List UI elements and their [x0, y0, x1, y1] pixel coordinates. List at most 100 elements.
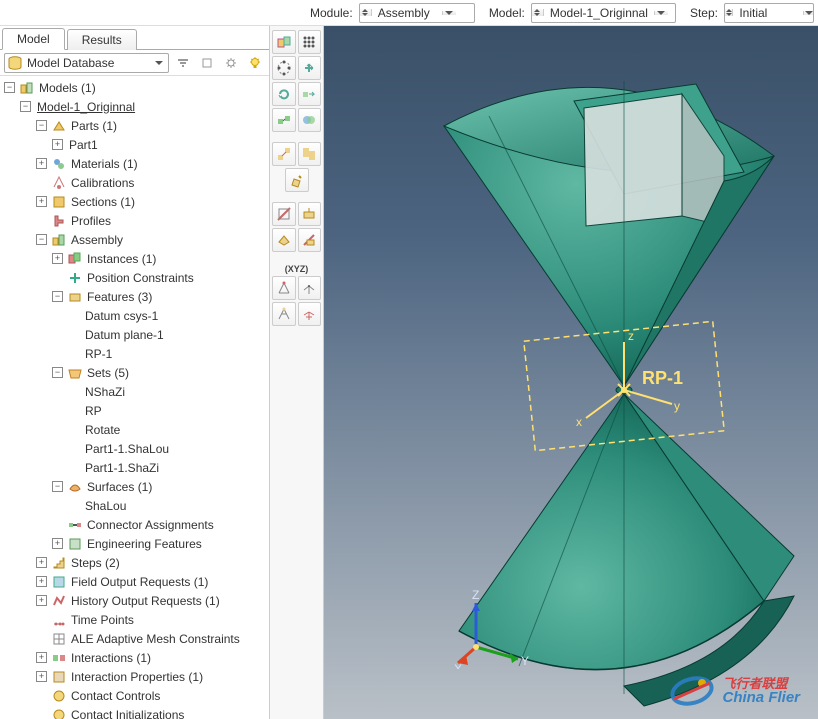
- tree-node-datum-plane[interactable]: Datum plane-1: [2, 325, 269, 344]
- step-label: Step:: [690, 6, 718, 20]
- tree-node-history-output[interactable]: + History Output Requests (1): [2, 591, 269, 610]
- tree-node-interaction-properties[interactable]: + Interaction Properties (1): [2, 667, 269, 686]
- linear-pattern-button[interactable]: [298, 30, 322, 54]
- constraints-icon: [67, 270, 83, 286]
- model-tree[interactable]: − Models (1) − Model-1_Originnal − Parts…: [0, 76, 269, 719]
- collapse-icon[interactable]: −: [52, 367, 63, 378]
- expand-icon[interactable]: +: [52, 538, 63, 549]
- assembly-toolbox: (XYZ): [270, 26, 324, 719]
- tree-node-set-p1shalou[interactable]: Part1-1.ShaLou: [2, 439, 269, 458]
- tree-node-part1[interactable]: + Part1: [2, 135, 269, 154]
- tree-node-connector[interactable]: Connector Assignments: [2, 515, 269, 534]
- tree-node-ale[interactable]: ALE Adaptive Mesh Constraints: [2, 629, 269, 648]
- tree-node-features[interactable]: − Features (3): [2, 287, 269, 306]
- lightbulb-button[interactable]: [245, 53, 265, 73]
- tree-node-surface-shalou[interactable]: ShaLou: [2, 496, 269, 515]
- attachment-button[interactable]: [298, 302, 322, 326]
- tree-node-instances[interactable]: + Instances (1): [2, 249, 269, 268]
- spinner-icon[interactable]: [360, 9, 372, 16]
- tab-model[interactable]: Model: [2, 28, 65, 50]
- tree-node-engineering-features[interactable]: + Engineering Features: [2, 534, 269, 553]
- tree-node-set-nshazi[interactable]: NShaZi: [2, 382, 269, 401]
- tree-node-sets[interactable]: − Sets (5): [2, 363, 269, 382]
- database-dropdown[interactable]: Model Database: [4, 53, 169, 73]
- parts-icon: [51, 118, 67, 134]
- expand-button[interactable]: [197, 53, 217, 73]
- tree-node-set-rp[interactable]: RP: [2, 401, 269, 420]
- settings-button[interactable]: [221, 53, 241, 73]
- step-dropdown[interactable]: Initial: [724, 3, 814, 23]
- tree-node-materials[interactable]: + Materials (1): [2, 154, 269, 173]
- translate-button[interactable]: [298, 56, 322, 80]
- edit-feature-button[interactable]: [285, 168, 309, 192]
- filter-button[interactable]: [173, 53, 193, 73]
- merge-button[interactable]: [298, 108, 322, 132]
- datum-point-button[interactable]: [272, 276, 296, 300]
- collapse-icon[interactable]: −: [36, 234, 47, 245]
- tree-node-surfaces[interactable]: − Surfaces (1): [2, 477, 269, 496]
- datum-csys-button[interactable]: [298, 276, 322, 300]
- spinner-icon[interactable]: [532, 9, 544, 16]
- tree-node-calibrations[interactable]: Calibrations: [2, 173, 269, 192]
- partition-button[interactable]: [272, 202, 296, 226]
- chevron-down-icon[interactable]: [152, 61, 166, 65]
- datum-axis-button[interactable]: [298, 228, 322, 252]
- tree-label: Contact Initializations: [69, 708, 184, 719]
- tree-node-interactions[interactable]: + Interactions (1): [2, 648, 269, 667]
- model-tree-panel: Model Results Model Database − Models (1…: [0, 26, 270, 719]
- collapse-icon[interactable]: −: [52, 481, 63, 492]
- expand-icon[interactable]: +: [36, 595, 47, 606]
- edge-to-edge-button[interactable]: [272, 142, 296, 166]
- expand-icon[interactable]: +: [36, 652, 47, 663]
- collapse-icon[interactable]: −: [20, 101, 31, 112]
- expand-icon[interactable]: +: [36, 576, 47, 587]
- tree-label: Engineering Features: [85, 537, 202, 551]
- model-dropdown[interactable]: Model-1_Originnal: [531, 3, 676, 23]
- expand-icon[interactable]: +: [52, 139, 63, 150]
- tree-label: Assembly: [69, 233, 123, 247]
- tree-node-models[interactable]: − Models (1): [2, 78, 269, 97]
- tree-node-datum-csys[interactable]: Datum csys-1: [2, 306, 269, 325]
- 3d-viewport[interactable]: z y x RP-1 Z Y X: [324, 26, 818, 719]
- create-instance-button[interactable]: [272, 30, 296, 54]
- rotate-button[interactable]: [272, 82, 296, 106]
- chevron-down-icon[interactable]: [654, 11, 668, 15]
- expand-icon[interactable]: +: [36, 557, 47, 568]
- chevron-down-icon[interactable]: [442, 11, 456, 15]
- face-to-face-button[interactable]: [298, 142, 322, 166]
- tree-node-position-constraints[interactable]: Position Constraints: [2, 268, 269, 287]
- expand-icon[interactable]: +: [36, 196, 47, 207]
- collapse-icon[interactable]: −: [52, 291, 63, 302]
- triad-y-label: Y: [521, 654, 529, 668]
- tab-results[interactable]: Results: [67, 29, 137, 50]
- translate-to-button[interactable]: [298, 82, 322, 106]
- spinner-icon[interactable]: [725, 9, 733, 16]
- tree-node-contact-controls[interactable]: Contact Controls: [2, 686, 269, 705]
- tree-node-steps[interactable]: + Steps (2): [2, 553, 269, 572]
- tree-node-set-rotate[interactable]: Rotate: [2, 420, 269, 439]
- datum-plane-button[interactable]: [272, 228, 296, 252]
- collapse-icon[interactable]: −: [4, 82, 15, 93]
- tree-node-field-output[interactable]: + Field Output Requests (1): [2, 572, 269, 591]
- expand-icon[interactable]: +: [36, 158, 47, 169]
- module-dropdown[interactable]: Assembly: [359, 3, 475, 23]
- chevron-down-icon[interactable]: [803, 11, 813, 15]
- calibrations-icon: [51, 175, 67, 191]
- tree-node-model[interactable]: − Model-1_Originnal: [2, 97, 269, 116]
- datum-button[interactable]: [298, 202, 322, 226]
- tree-node-assembly[interactable]: − Assembly: [2, 230, 269, 249]
- radial-pattern-button[interactable]: [272, 56, 296, 80]
- tree-node-sections[interactable]: + Sections (1): [2, 192, 269, 211]
- tree-node-time-points[interactable]: Time Points: [2, 610, 269, 629]
- tree-node-set-p1shazi[interactable]: Part1-1.ShaZi: [2, 458, 269, 477]
- tree-label: Model-1_Originnal: [35, 100, 135, 114]
- constraint-button[interactable]: [272, 108, 296, 132]
- tree-node-rp1[interactable]: RP-1: [2, 344, 269, 363]
- tree-node-profiles[interactable]: Profiles: [2, 211, 269, 230]
- expand-icon[interactable]: +: [36, 671, 47, 682]
- reference-point-button[interactable]: [272, 302, 296, 326]
- tree-node-contact-init[interactable]: Contact Initializations: [2, 705, 269, 719]
- expand-icon[interactable]: +: [52, 253, 63, 264]
- collapse-icon[interactable]: −: [36, 120, 47, 131]
- tree-node-parts[interactable]: − Parts (1): [2, 116, 269, 135]
